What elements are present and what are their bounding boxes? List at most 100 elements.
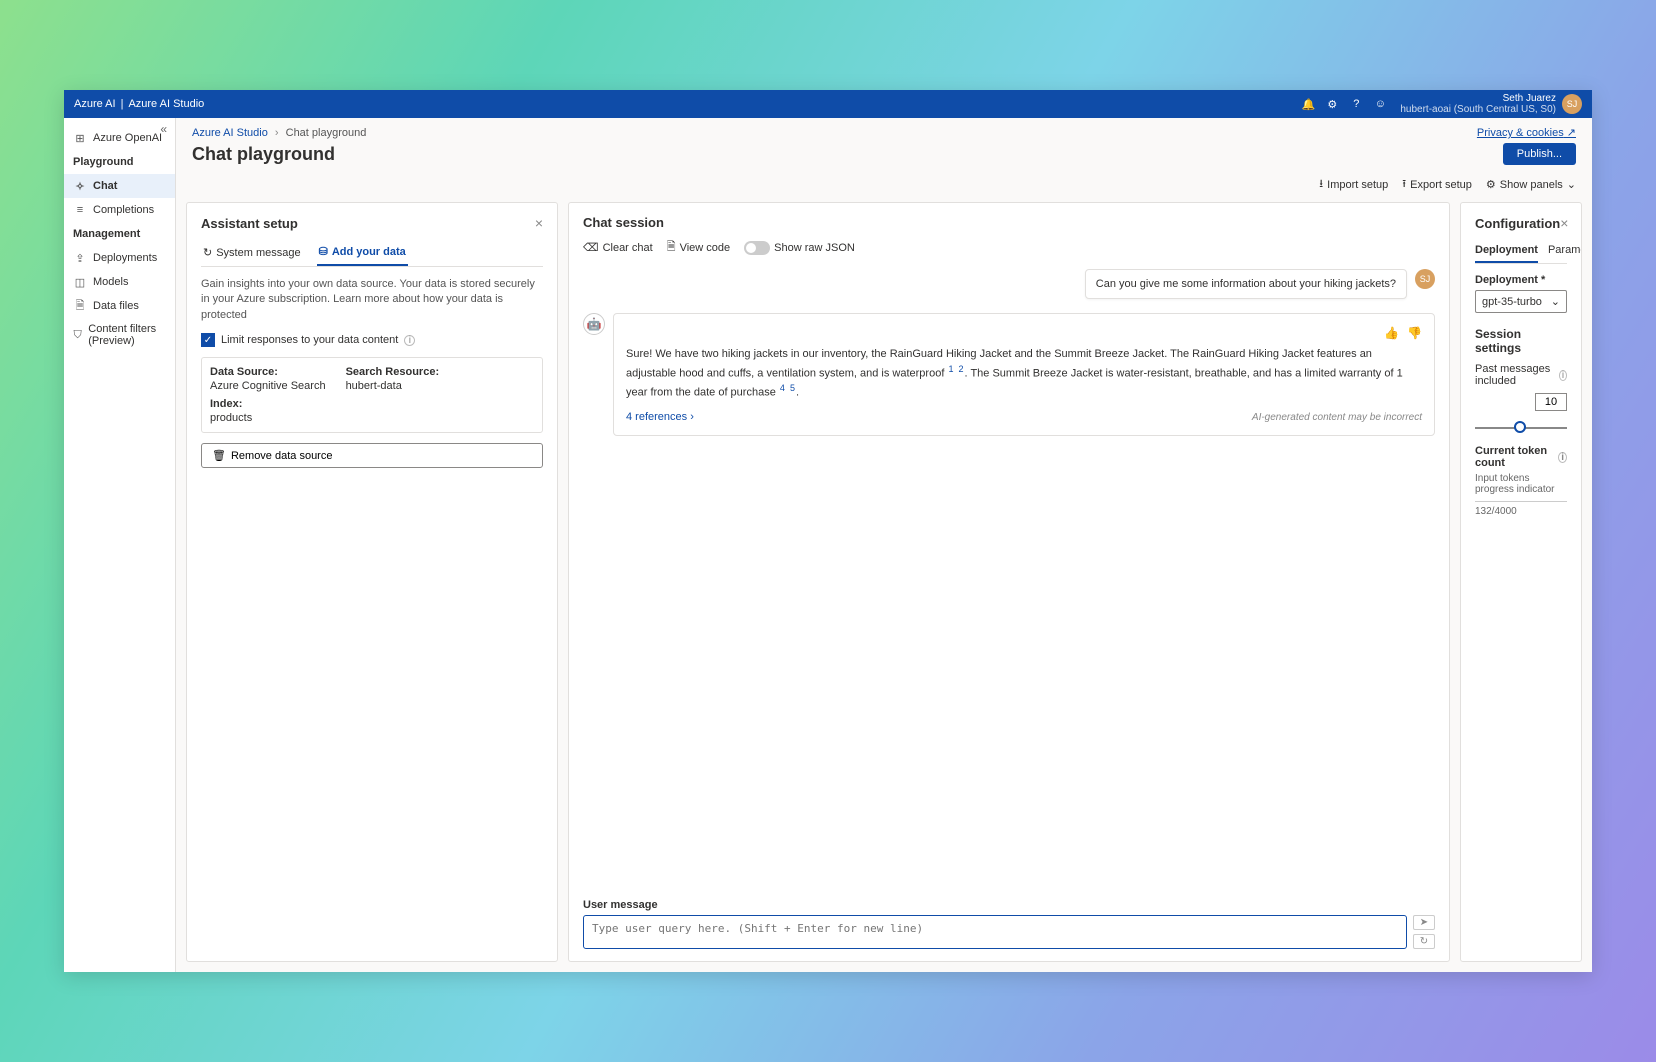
data-source-card: Data Source: Azure Cognitive Search Sear… [201,357,543,433]
collapse-sidebar-icon[interactable]: « [160,122,167,136]
completions-icon: ≡ [73,203,87,217]
broom-icon: ⌫ [583,241,599,254]
close-icon[interactable]: × [1560,215,1568,231]
past-messages-slider[interactable] [1475,427,1567,429]
citation-5[interactable]: 5 [789,383,796,393]
show-panels-button[interactable]: ⚙Show panels ⌄ [1486,178,1576,191]
view-code-button[interactable]: 🗎View code [667,238,730,257]
content-filters-icon: ⛉ [73,328,82,342]
regenerate-button[interactable]: ↻ [1413,934,1435,949]
trash-icon: 🗑 [212,449,226,462]
notifications-icon[interactable]: 🔔 [1296,92,1320,116]
chevron-down-icon: ⌄ [1567,178,1576,191]
references-link[interactable]: 4 references › [626,409,694,426]
tab-parameters[interactable]: Parameters [1548,239,1582,263]
token-progress-bar [1475,501,1567,502]
index-value: products [210,412,534,424]
brand-studio[interactable]: Azure AI Studio [128,98,204,110]
user-menu[interactable]: Seth Juarez hubert-aoai (South Central U… [1400,93,1582,115]
feedback-icon[interactable]: ☺ [1368,92,1392,116]
user-message-bubble: Can you give me some information about y… [1085,269,1407,299]
assistant-description: Gain insights into your own data source.… [201,277,543,323]
limit-responses-label: Limit responses to your data content [221,334,398,346]
top-bar: Azure AI | Azure AI Studio 🔔 ⚙ ? ☺ Seth … [64,90,1592,118]
import-icon: ⭳ [1319,175,1323,194]
sidebar-label: Content filters (Preview) [88,323,166,347]
token-value: 132/4000 [1475,506,1567,517]
close-icon[interactable]: × [535,215,543,231]
help-icon[interactable]: ? [1344,92,1368,116]
deployment-select[interactable]: gpt-35-turbo ⌄ [1475,290,1567,313]
publish-button[interactable]: Publish... [1503,143,1576,165]
checkbox-checked-icon[interactable]: ✓ [201,333,215,347]
privacy-cookies-link[interactable]: Privacy & cookies ↗ [1477,126,1576,139]
thumbs-down-icon[interactable]: 👎 [1407,324,1422,342]
user-message-row: Can you give me some information about y… [583,269,1435,299]
info-icon[interactable]: i [1559,370,1567,381]
brand-azure-ai[interactable]: Azure AI [74,98,116,110]
deployment-label: Deployment * [1475,274,1567,286]
sidebar-item-models[interactable]: ◫ Models [64,270,175,294]
citation-1[interactable]: 1 [947,364,954,374]
settings-icon[interactable]: ⚙ [1320,92,1344,116]
bot-message-row: 🤖 👍 👎 Sure! We have two hiking jackets i… [583,313,1435,436]
chevron-right-icon: › [690,411,694,423]
token-subtitle: Input tokens progress indicator [1475,473,1567,495]
info-icon[interactable]: i [1558,452,1567,463]
sidebar-item-completions[interactable]: ≡ Completions [64,198,175,222]
user-avatar: SJ [1562,94,1582,114]
remove-data-source-button[interactable]: 🗑Remove data source [201,443,543,468]
user-message-input[interactable] [583,915,1407,949]
past-messages-input[interactable] [1535,393,1567,411]
search-resource-value: hubert-data [346,380,440,392]
session-settings-title: Session settings [1475,327,1567,355]
panel-title: Chat session [583,215,664,230]
code-icon: 🗎 [667,238,676,257]
breadcrumb-root[interactable]: Azure AI Studio [192,127,268,139]
page-header: Chat playground Publish... [176,139,1592,175]
sidebar-item-content-filters[interactable]: ⛉ Content filters (Preview) [64,318,175,352]
sidebar-item-deployments[interactable]: ⇪ Deployments [64,246,175,270]
sidebar-label: Azure OpenAI [93,132,162,144]
deployment-value: gpt-35-turbo [1482,296,1542,308]
tab-add-your-data[interactable]: ⛁Add your data [317,239,408,266]
slider-thumb[interactable] [1514,421,1526,433]
azure-openai-icon: ⊞ [73,131,87,145]
chat-messages: Can you give me some information about y… [583,269,1435,889]
import-setup-button[interactable]: ⭳Import setup [1319,175,1388,194]
breadcrumb: Azure AI Studio › Chat playground [192,127,366,139]
user-avatar-small: SJ [1415,269,1435,289]
tab-system-message[interactable]: ↻System message [201,239,303,266]
sidebar-item-data-files[interactable]: 🗎 Data files [64,294,175,318]
data-source-label: Data Source: [210,366,326,378]
user-message-label: User message [583,899,1435,911]
bot-message-bubble: 👍 👎 Sure! We have two hiking jackets in … [613,313,1435,436]
citation-4[interactable]: 4 [779,383,786,393]
breadcrumb-row: Azure AI Studio › Chat playground Privac… [176,118,1592,139]
sidebar-section-management: Management [64,222,175,246]
past-messages-label: Past messages included [1475,363,1556,387]
sidebar-item-azure-openai[interactable]: ⊞ Azure OpenAI [64,126,175,150]
thumbs-up-icon[interactable]: 👍 [1384,324,1399,342]
chat-toolbar: ⌫Clear chat 🗎View code Show raw JSON [583,238,1435,257]
data-source-value: Azure Cognitive Search [210,380,326,392]
clear-chat-button[interactable]: ⌫Clear chat [583,241,653,254]
sidebar-label: Completions [93,204,154,216]
send-button[interactable]: ➤ [1413,915,1435,930]
user-name: Seth Juarez [1400,93,1556,104]
limit-responses-row[interactable]: ✓ Limit responses to your data content i [201,333,543,347]
index-label: Index: [210,398,534,410]
chevron-right-icon: › [275,127,279,139]
json-toggle[interactable] [744,241,770,255]
assistant-tabs: ↻System message ⛁Add your data [201,239,543,267]
main-content: Azure AI Studio › Chat playground Privac… [176,118,1592,972]
refresh-icon: ↻ [203,246,212,259]
export-setup-button[interactable]: ⭱Export setup [1402,175,1472,194]
tab-deployment[interactable]: Deployment [1475,239,1538,263]
info-icon[interactable]: i [404,335,415,346]
sidebar-item-chat[interactable]: ✧ Chat [64,174,175,198]
panel-chat-session: Chat session ⌫Clear chat 🗎View code Show… [568,202,1450,962]
sidebar-label: Data files [93,300,139,312]
citation-2[interactable]: 2 [958,364,965,374]
app-window: Azure AI | Azure AI Studio 🔔 ⚙ ? ☺ Seth … [64,90,1592,972]
